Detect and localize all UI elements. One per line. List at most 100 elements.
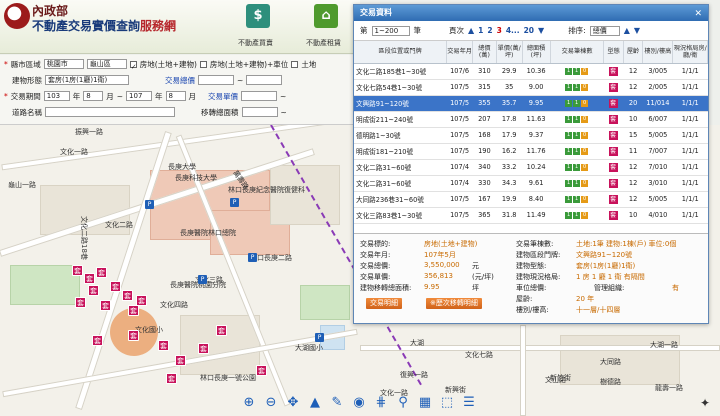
select-area-icon[interactable]: ⬚ xyxy=(438,394,456,412)
page-link-current[interactable]: 3 xyxy=(497,26,502,35)
layers-icon[interactable]: ☰ xyxy=(460,394,478,412)
suite-marker[interactable]: 套 xyxy=(110,281,121,292)
grid-icon[interactable]: ⋕ xyxy=(372,394,390,412)
land-building-checkbox[interactable] xyxy=(129,60,137,68)
table-row[interactable]: 德明路1~30號 107/5 168 17.9 9.37 1 1 0 套 15 5/005 1/1/1 xyxy=(354,127,708,144)
panel-title-bar[interactable]: 交易資料 ✕ xyxy=(354,5,708,21)
total-price-min-input[interactable] xyxy=(198,75,234,85)
page-link[interactable]: 1 xyxy=(478,26,483,35)
cell-floor: 3/005 xyxy=(642,63,673,80)
suite-marker[interactable]: 套 xyxy=(75,297,86,308)
suite-marker[interactable]: 套 xyxy=(92,335,103,346)
cell-ym: 107/5 xyxy=(446,191,473,208)
from-year-input[interactable]: 103 xyxy=(43,91,70,101)
locate-icon[interactable]: ◉ xyxy=(350,394,368,412)
suite-marker[interactable]: 套 xyxy=(128,305,139,316)
pin-icon[interactable]: ⚲ xyxy=(394,394,412,412)
floor-area-label: 移轉總面積 xyxy=(201,107,239,117)
building-count-icon: 1 xyxy=(573,67,581,75)
page-link[interactable]: 2 xyxy=(487,26,492,35)
column-header[interactable]: 交易年月 xyxy=(446,41,474,64)
page-link[interactable]: 20 xyxy=(524,26,534,35)
building-type-select[interactable]: 套房(1房(1廳)1衛) xyxy=(45,75,129,85)
zoom-out-icon[interactable]: ⊖ xyxy=(262,394,280,412)
suite-marker[interactable]: 套 xyxy=(175,355,186,366)
to-year-input[interactable]: 107 xyxy=(126,91,153,101)
suite-marker[interactable]: 套 xyxy=(158,340,169,351)
unit-price-min-input[interactable] xyxy=(241,91,278,101)
suite-marker[interactable]: 套 xyxy=(100,300,111,311)
column-header[interactable]: 總價(萬) xyxy=(472,41,497,64)
land-building-parking-checkbox[interactable] xyxy=(199,60,207,68)
column-header[interactable]: 交易筆棟數 xyxy=(550,41,605,64)
sort-select[interactable]: 總價 xyxy=(589,25,620,36)
suite-marker[interactable]: 套 xyxy=(96,267,107,278)
pan-icon[interactable]: ✥ xyxy=(284,394,302,412)
range-select[interactable]: 1~200 xyxy=(371,25,410,36)
rent-tab-label[interactable]: 不動產租賃 xyxy=(306,38,341,48)
map-label: 文山路 xyxy=(545,376,566,384)
building-count-icon: 1 xyxy=(573,147,581,155)
table-row[interactable]: 文化二路31~60號 107/4 330 34.3 9.61 1 1 0 套 12 3/010 1/1… xyxy=(354,175,708,192)
close-icon[interactable]: ✕ xyxy=(694,6,702,22)
total-price-label: 交易總價 xyxy=(165,75,195,85)
cell-ym: 107/5 xyxy=(446,111,473,128)
table-row[interactable]: 文化二路185巷1~30號 107/6 310 29.9 10.36 1 1 0 套 12 3/00… xyxy=(354,63,708,80)
page-label: 頁次 xyxy=(449,26,464,35)
suite-marker[interactable]: 套 xyxy=(216,325,227,336)
column-header[interactable]: 屋齡 xyxy=(623,41,644,64)
district-select[interactable]: 龜山區 xyxy=(86,59,127,69)
table-row[interactable]: 文化七路54巷1~30號 107/5 315 35 9.00 1 1 0 套 12 2/005 1/1… xyxy=(354,79,708,96)
sort-desc-icon[interactable]: ▼ xyxy=(634,26,640,35)
suite-marker[interactable]: 套 xyxy=(128,330,139,341)
measure-icon[interactable]: ▲ xyxy=(306,394,324,412)
detail-area-label: 建物移轉總面積: xyxy=(360,284,412,292)
cell-count-icons: 110 xyxy=(550,175,604,192)
column-header[interactable]: 樓別/樓高 xyxy=(642,41,674,64)
page-link[interactable]: 4... xyxy=(506,26,520,35)
road-input[interactable] xyxy=(45,107,175,117)
draw-icon[interactable]: ✎ xyxy=(328,394,346,412)
column-header[interactable]: 總面積(坪) xyxy=(522,41,551,64)
prev-page-icon[interactable]: ▲ xyxy=(468,26,474,35)
to-month-select[interactable]: 8 xyxy=(165,91,186,101)
table-row[interactable]: 大同路236巷31~60號 107/5 167 19.9 8.40 1 1 0 套 12 5/005… xyxy=(354,191,708,208)
zoom-in-icon[interactable]: ⊕ xyxy=(240,394,258,412)
suite-marker[interactable]: 套 xyxy=(88,285,99,296)
table-row[interactable]: 明成街211~240號 107/5 207 17.8 11.63 1 1 0 套 10 6/007 1… xyxy=(354,111,708,128)
suite-marker[interactable]: 套 xyxy=(256,365,267,376)
house-sale-icon[interactable]: $ xyxy=(246,4,270,28)
suite-marker[interactable]: 套 xyxy=(72,265,83,276)
suite-marker[interactable]: 套 xyxy=(198,343,209,354)
next-page-icon[interactable]: ▼ xyxy=(538,26,544,35)
column-header[interactable]: 現況格局房/廳/衛 xyxy=(672,41,708,64)
column-header[interactable]: 區段位置或門牌 xyxy=(354,41,448,64)
detail-unit-value: 356,813 xyxy=(424,272,453,280)
suite-marker[interactable]: 套 xyxy=(122,290,133,301)
city-select[interactable]: 桃園市 xyxy=(43,59,84,69)
cell-layout: 1/1/1 xyxy=(672,159,708,176)
cell-age: 12 xyxy=(623,159,643,176)
print-icon[interactable]: ▦ xyxy=(416,394,434,412)
sale-tab-label[interactable]: 不動產買賣 xyxy=(238,38,273,48)
cell-area: 10.24 xyxy=(522,159,551,176)
table-row[interactable]: 文化三路83巷1~30號 107/5 365 31.8 11.49 1 1 0 套 10 4/010… xyxy=(354,207,708,224)
suite-marker[interactable]: 套 xyxy=(84,273,95,284)
total-price-max-input[interactable] xyxy=(246,75,283,85)
column-header[interactable]: 單價(萬/坪) xyxy=(496,41,523,64)
parking-icon: P xyxy=(230,198,239,207)
column-header[interactable]: 型態 xyxy=(603,41,624,64)
table-row[interactable]: 文興路91~120號 107/5 355 35.7 9.95 1 1 0 套 20 11/014 1/… xyxy=(354,95,708,112)
suite-marker[interactable]: 套 xyxy=(166,373,177,384)
house-rent-icon[interactable]: ⌂ xyxy=(314,4,338,28)
transaction-detail-button[interactable]: 交易明細 xyxy=(366,298,402,309)
land-checkbox[interactable] xyxy=(291,60,299,68)
land-building-label: 房地(土地+建物) xyxy=(139,59,197,69)
sort-asc-icon[interactable]: ▲ xyxy=(624,26,630,35)
floor-area-min-input[interactable] xyxy=(241,107,278,117)
from-month-select[interactable]: 8 xyxy=(83,91,104,101)
transfer-history-button[interactable]: ※歷次移轉明細 xyxy=(426,298,482,309)
table-row[interactable]: 文化二路31~60號 107/4 340 33.2 10.24 1 1 0 套 12 7/010 1/… xyxy=(354,159,708,176)
table-row[interactable]: 明成街181~210號 107/5 190 16.2 11.76 1 1 0 套 11 7/007 1… xyxy=(354,143,708,160)
cell-unit: 29.9 xyxy=(496,63,523,80)
